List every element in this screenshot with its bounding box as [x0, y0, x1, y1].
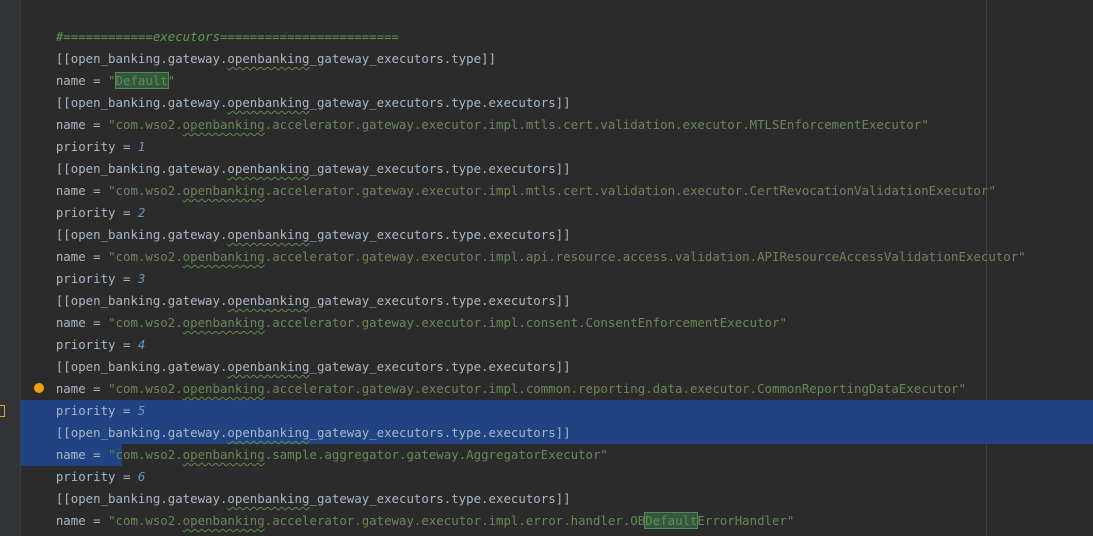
string: .accelerator.gateway.executor.impl.error…: [264, 513, 646, 528]
typo-word: openbanking: [182, 381, 265, 396]
code-line[interactable]: name = "com.wso2.openbanking.accelerator…: [26, 290, 787, 330]
bookmark-marker-icon[interactable]: [0, 405, 5, 417]
string: .accelerator.gateway.executor.impl.mtls.…: [264, 117, 929, 132]
code-line[interactable]: name = "com.wso2.openbanking.accelerator…: [26, 224, 1026, 264]
code-line[interactable]: [[open_banking.gateway.openbanking_gatew…: [26, 466, 571, 506]
code-line[interactable]: name = "com.wso2.openbanking.sample.aggr…: [26, 422, 608, 462]
code-editor[interactable]: #============executors==================…: [0, 0, 1093, 536]
editor-gutter[interactable]: [0, 0, 21, 536]
typo-word: openbanking: [182, 315, 265, 330]
typo-word: openbanking: [182, 513, 265, 528]
lightbulb-icon[interactable]: [34, 383, 44, 393]
code-line[interactable]: [[open_banking.gateway.openbanking_gatew…: [26, 268, 571, 308]
code-line[interactable]: priority = 1000: [26, 510, 168, 536]
typo-word: openbanking: [182, 183, 265, 198]
typo-word: openbanking: [182, 447, 265, 462]
code-line[interactable]: priority = 6: [26, 444, 146, 484]
code-line[interactable]: #============executors==================…: [26, 4, 399, 44]
code-line[interactable]: [[open_banking.gateway.openbanking_gatew…: [26, 202, 571, 242]
code-line[interactable]: [[open_banking.gateway.openbanking_gatew…: [26, 334, 571, 374]
string: .sample.aggregator.gateway.AggregatorExe…: [264, 447, 608, 462]
highlighted-occurrence: Default: [644, 512, 699, 529]
code-line[interactable]: priority = 5: [26, 378, 146, 418]
code-line[interactable]: name = "Default": [26, 48, 175, 89]
typo-word: openbanking: [182, 117, 265, 132]
code-line[interactable]: name = "com.wso2.openbanking.accelerator…: [26, 356, 966, 396]
string: ErrorHandler": [697, 513, 795, 528]
code-line[interactable]: priority = 2: [26, 180, 146, 220]
string: .accelerator.gateway.executor.impl.commo…: [264, 381, 966, 396]
code-line[interactable]: [[open_banking.gateway.openbanking_gatew…: [26, 136, 571, 176]
code-line[interactable]: name = "com.wso2.openbanking.accelerator…: [26, 92, 929, 132]
string: .accelerator.gateway.executor.impl.mtls.…: [264, 183, 996, 198]
code-line[interactable]: name = "com.wso2.openbanking.accelerator…: [26, 158, 996, 198]
code-line[interactable]: priority = 3: [26, 246, 146, 286]
code-line[interactable]: [[open_banking.gateway.openbanking_gatew…: [26, 400, 571, 440]
section-header: _gateway_executors.type]]: [309, 51, 496, 66]
string: .accelerator.gateway.executor.impl.api.r…: [264, 249, 1026, 264]
typo-word: openbanking: [227, 51, 310, 66]
right-margin-guide: [986, 0, 987, 536]
code-line[interactable]: name = "com.wso2.openbanking.accelerator…: [26, 488, 794, 529]
code-line[interactable]: priority = 1: [26, 114, 146, 154]
typo-word: openbanking: [182, 249, 265, 264]
code-line[interactable]: [[open_banking.gateway.openbanking_gatew…: [26, 70, 571, 110]
string: .accelerator.gateway.executor.impl.conse…: [264, 315, 787, 330]
code-line[interactable]: priority = 4: [26, 312, 146, 352]
code-line[interactable]: [[open_banking.gateway.openbanking_gatew…: [26, 26, 496, 66]
